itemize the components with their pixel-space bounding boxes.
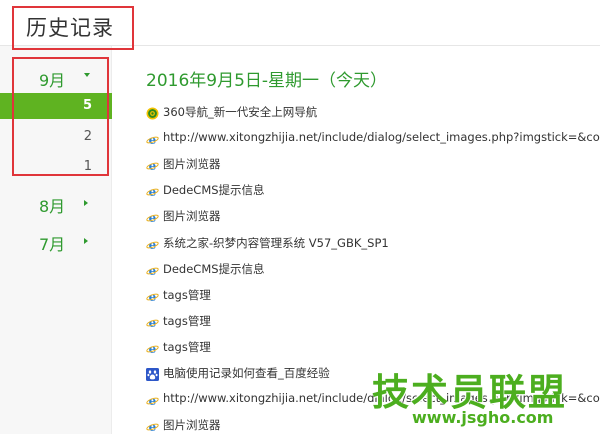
svg-text:e: e <box>149 238 157 251</box>
history-entry-title: 系统之家-织梦内容管理系统 V57_GBK_SP1 <box>163 235 389 250</box>
history-entry-title: tags管理 <box>163 313 211 328</box>
svg-text:e: e <box>149 420 157 433</box>
ie-icon: e <box>146 314 159 330</box>
history-entry[interactable]: e http://www.xitongzhijia.net/include/dia… <box>146 128 600 148</box>
sidebar-month-july[interactable]: 7月 <box>0 227 112 255</box>
ie-icon: e <box>146 209 159 225</box>
history-entry[interactable]: e DedeCMS提示信息 <box>146 259 600 279</box>
ie-icon: e <box>146 262 159 278</box>
history-entry[interactable]: e http://www.xitongzhijia.net/include/dia… <box>146 389 600 409</box>
history-entry[interactable]: e tags管理 <box>146 311 600 331</box>
svg-text:e: e <box>149 394 157 407</box>
history-entry[interactable]: e tags管理 <box>146 285 600 305</box>
history-content: 2016年9月5日-星期一（今天） 360导航_新一代安全上网导航e http:/… <box>112 46 600 434</box>
history-entry-title: tags管理 <box>163 339 211 354</box>
history-entry[interactable]: e 图片浏览器 <box>146 154 600 174</box>
history-entry[interactable]: e DedeCMS提示信息 <box>146 180 600 200</box>
ie-icon: e <box>146 157 159 173</box>
history-entry-title: http://www.xitongzhijia.net/include/dial… <box>163 391 600 406</box>
svg-text:e: e <box>149 211 157 224</box>
sidebar-month-august[interactable]: 8月 <box>0 189 112 217</box>
ie-icon: e <box>146 131 159 147</box>
svg-text:e: e <box>149 342 157 355</box>
history-entry-title: tags管理 <box>163 287 211 302</box>
ie-icon: e <box>146 288 159 304</box>
ie-icon: e <box>146 418 159 434</box>
svg-text:e: e <box>149 316 157 329</box>
history-entry[interactable]: e 系统之家-织梦内容管理系统 V57_GBK_SP1 <box>146 233 600 253</box>
history-entry-title: 电脑使用记录如何查看_百度经验 <box>163 366 330 380</box>
svg-text:e: e <box>149 290 157 303</box>
month-label: 7月 <box>39 235 66 254</box>
history-entry[interactable]: e 图片浏览器 <box>146 206 600 226</box>
baidu-paw-icon <box>146 366 159 381</box>
svg-text:e: e <box>149 133 157 146</box>
chevron-right-icon <box>84 200 88 206</box>
history-entry-title: DedeCMS提示信息 <box>163 261 265 276</box>
ie-icon: e <box>146 392 159 408</box>
highlight-box-title <box>12 6 134 50</box>
history-entry-title: 360导航_新一代安全上网导航 <box>163 105 318 119</box>
ie-icon: e <box>146 183 159 199</box>
history-entry-title: http://www.xitongzhijia.net/include/dial… <box>163 130 600 145</box>
history-entry[interactable]: e tags管理 <box>146 337 600 357</box>
svg-text:e: e <box>149 159 157 172</box>
highlight-box-september <box>12 57 109 176</box>
svg-text:e: e <box>149 185 157 198</box>
month-label: 8月 <box>39 197 66 216</box>
history-entry-title: 图片浏览器 <box>163 209 221 224</box>
history-entry[interactable]: e 图片浏览器 <box>146 415 600 434</box>
date-heading: 2016年9月5日-星期一（今天） <box>146 71 388 91</box>
ie-icon: e <box>146 340 159 356</box>
360-icon <box>146 105 159 120</box>
history-entry[interactable]: 360导航_新一代安全上网导航 <box>146 102 600 122</box>
history-entry-title: 图片浏览器 <box>163 157 221 172</box>
chevron-right-icon <box>84 238 88 244</box>
history-entry[interactable]: 电脑使用记录如何查看_百度经验 <box>146 363 600 383</box>
svg-text:e: e <box>149 264 157 277</box>
ie-icon: e <box>146 236 159 252</box>
history-entry-title: DedeCMS提示信息 <box>163 183 265 198</box>
history-entry-title: 图片浏览器 <box>163 418 221 433</box>
